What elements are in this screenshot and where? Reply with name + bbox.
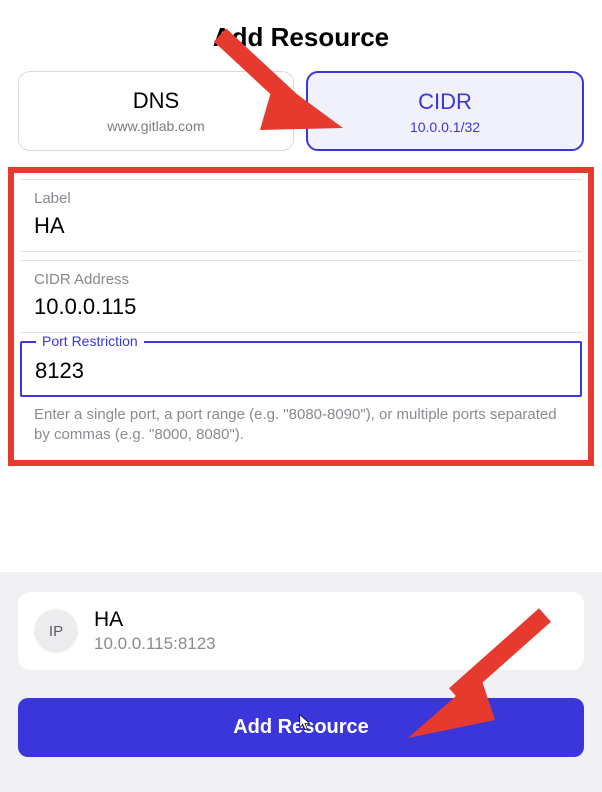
tab-dns-label: DNS xyxy=(27,88,285,114)
tab-cidr-example: 10.0.0.1/32 xyxy=(316,119,574,135)
resource-form-highlight: Label CIDR Address Port Restriction Ente… xyxy=(8,167,594,466)
port-helper-text: Enter a single port, a port range (e.g. … xyxy=(20,397,582,446)
cidr-field-label: CIDR Address xyxy=(34,271,568,288)
footer-section: IP HA 10.0.0.115:8123 Add Resource xyxy=(0,572,602,792)
tab-dns[interactable]: DNS www.gitlab.com xyxy=(18,71,294,151)
tab-cidr[interactable]: CIDR 10.0.0.1/32 xyxy=(306,71,584,151)
add-resource-button[interactable]: Add Resource xyxy=(18,698,584,757)
page-title: Add Resource xyxy=(0,0,602,71)
label-field-input[interactable] xyxy=(34,213,568,239)
cursor-icon xyxy=(296,713,314,731)
cidr-field-container: CIDR Address xyxy=(20,260,582,333)
preview-subtitle: 10.0.0.115:8123 xyxy=(94,634,216,654)
resource-type-tabs: DNS www.gitlab.com CIDR 10.0.0.1/32 xyxy=(0,71,602,151)
resource-preview-card: IP HA 10.0.0.115:8123 xyxy=(18,592,584,670)
tab-dns-example: www.gitlab.com xyxy=(27,118,285,134)
cidr-field-input[interactable] xyxy=(34,294,568,320)
tab-cidr-label: CIDR xyxy=(316,89,574,115)
ip-badge: IP xyxy=(34,609,78,653)
port-field-label: Port Restriction xyxy=(36,333,144,349)
label-field-label: Label xyxy=(34,190,568,207)
preview-text: HA 10.0.0.115:8123 xyxy=(94,608,216,654)
port-field-input[interactable] xyxy=(35,358,567,384)
preview-title: HA xyxy=(94,608,216,632)
port-field-container: Port Restriction xyxy=(20,341,582,397)
label-field-container: Label xyxy=(20,179,582,252)
